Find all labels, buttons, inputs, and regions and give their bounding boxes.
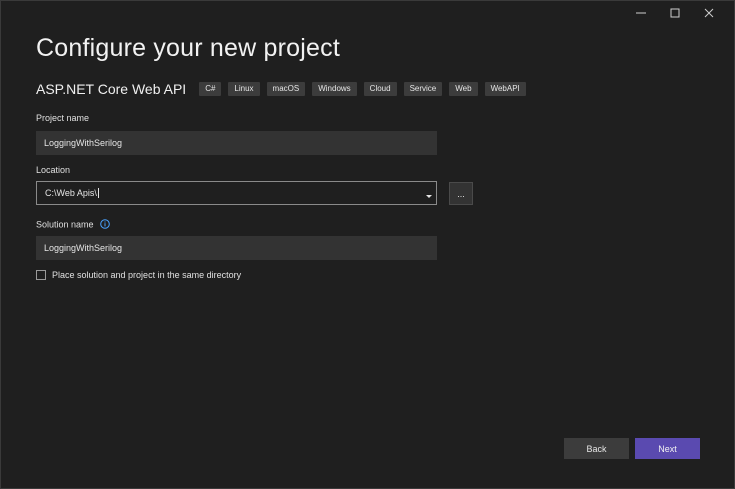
tag-csharp: C#	[199, 82, 222, 96]
location-combobox[interactable]: C:\Web Apis\	[36, 181, 437, 205]
next-button[interactable]: Next	[635, 438, 700, 459]
template-tags: C# Linux macOS Windows Cloud Service Web…	[199, 82, 526, 96]
project-name-field[interactable]: LoggingWithSerilog	[36, 131, 437, 155]
close-icon[interactable]	[692, 3, 726, 23]
browse-button[interactable]: ...	[449, 182, 473, 205]
template-summary: ASP.NET Core Web API C# Linux macOS Wind…	[36, 81, 526, 97]
same-directory-option[interactable]: Place solution and project in the same d…	[36, 270, 241, 280]
same-directory-checkbox[interactable]	[36, 270, 46, 280]
configure-project-window: Configure your new project ASP.NET Core …	[0, 0, 735, 489]
tag-web: Web	[449, 82, 478, 96]
solution-name-label-text: Solution name	[36, 219, 94, 230]
tag-service: Service	[403, 82, 443, 96]
tag-webapi: WebAPI	[484, 82, 526, 96]
minimize-icon[interactable]	[624, 3, 658, 23]
template-name: ASP.NET Core Web API	[36, 81, 187, 97]
tag-cloud: Cloud	[363, 82, 397, 96]
back-button[interactable]: Back	[564, 438, 629, 459]
solution-name-label: Solution name	[36, 219, 110, 231]
project-name-label: Project name	[36, 113, 90, 123]
tag-linux: Linux	[228, 82, 260, 96]
tag-macos: macOS	[266, 82, 306, 96]
location-value: C:\Web Apis\	[45, 187, 97, 198]
page-title: Configure your new project	[36, 34, 340, 62]
same-directory-label[interactable]: Place solution and project in the same d…	[52, 270, 241, 280]
solution-name-value: LoggingWithSerilog	[44, 243, 123, 253]
maximize-icon[interactable]	[658, 3, 692, 23]
dropdown-arrow-icon[interactable]	[426, 191, 432, 201]
location-label: Location	[36, 165, 71, 175]
window-controls	[624, 3, 726, 23]
solution-name-field[interactable]: LoggingWithSerilog	[36, 236, 437, 260]
info-icon[interactable]	[100, 219, 110, 231]
tag-windows: Windows	[312, 82, 357, 96]
project-name-value: LoggingWithSerilog	[44, 138, 123, 148]
